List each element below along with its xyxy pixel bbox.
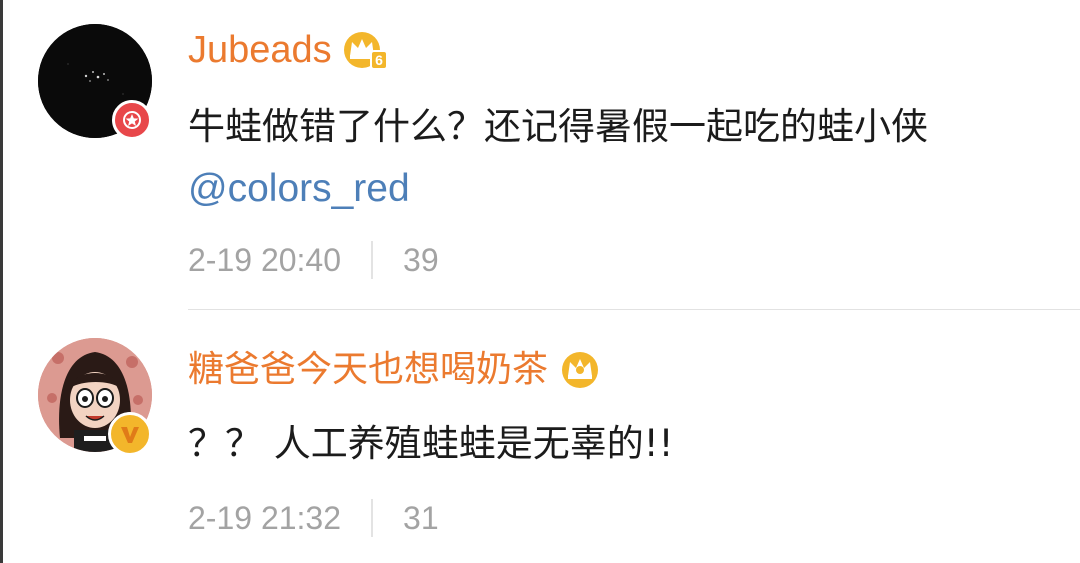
comment-text-content: 牛蛙做错了什么？还记得暑假一起吃的蛙小侠 xyxy=(188,105,928,148)
timestamp: 2-19 21:32 xyxy=(188,499,342,536)
comment-divider xyxy=(188,309,1080,310)
comment-text-content: ？？ 人工养殖蛙蛙是无辜的!! xyxy=(188,422,674,465)
comment-meta: 2-19 21:32 31 xyxy=(188,499,439,537)
comment-text: 牛蛙做错了什么？还记得暑假一起吃的蛙小侠 @colors_red xyxy=(188,96,1048,220)
comment-meta: 2-19 20:40 39 xyxy=(188,241,439,279)
mention-link[interactable]: @colors_red xyxy=(188,167,410,210)
username[interactable]: 糖爸爸今天也想喝奶茶 xyxy=(188,352,548,388)
username-row: Jubeads 6 xyxy=(188,30,388,70)
vip-crown-icon: 6 xyxy=(343,32,388,70)
red-star-badge-icon xyxy=(112,100,152,140)
crown-level: 6 xyxy=(375,52,383,68)
username-row: 糖爸爸今天也想喝奶茶 xyxy=(188,350,604,390)
username[interactable]: Jubeads xyxy=(188,31,332,69)
left-edge-border xyxy=(0,0,3,563)
comment-text: ？？ 人工养殖蛙蛙是无辜的!! xyxy=(188,413,1048,475)
comment-list: Jubeads 6 牛蛙做错了什么？还记得暑假一起吃的蛙小侠 @colors_re… xyxy=(0,0,1080,563)
meta-separator xyxy=(371,499,374,537)
yellow-v-badge-icon xyxy=(108,412,152,456)
meta-separator xyxy=(371,241,374,279)
vip-crown-icon xyxy=(562,352,599,388)
timestamp: 2-19 20:40 xyxy=(188,241,342,278)
like-count[interactable]: 39 xyxy=(403,242,439,279)
like-count[interactable]: 31 xyxy=(403,500,439,537)
